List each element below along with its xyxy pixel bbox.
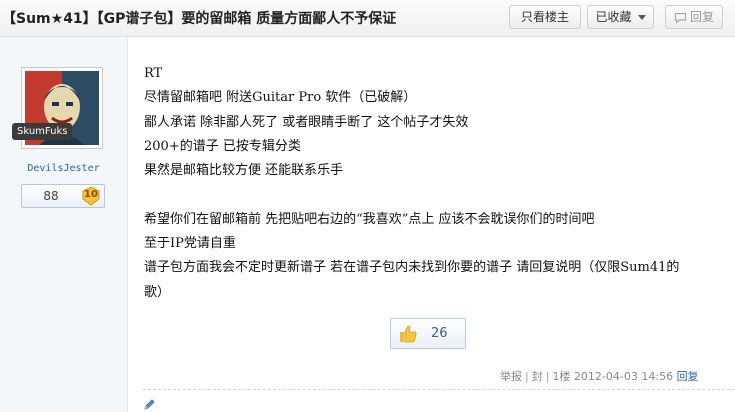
post-line: RT [144, 66, 163, 81]
like-count: 26 [431, 326, 448, 341]
post-line: 歌） [144, 284, 171, 300]
reply-button[interactable]: 回复 [665, 5, 723, 29]
level-badge[interactable]: 10 [81, 186, 101, 206]
author-name-tag: SkumFuks [12, 123, 73, 140]
only-author-label: 只看楼主 [520, 10, 569, 24]
post-line: 鄙人承诺 除非鄙人死了 或者眼睛手断了 这个帖子才失效 [144, 114, 469, 130]
author-posts-count: 88 [43, 189, 59, 203]
post-divider [143, 389, 735, 390]
footer-separator: | [545, 370, 550, 383]
floor-number: 1楼 [552, 370, 571, 383]
post-line: 至于IP党请自重 [144, 236, 236, 252]
level-number: 10 [84, 189, 98, 200]
post-line: 200+的谱子 已按专辑分类 [144, 138, 301, 154]
author-username[interactable]: DevilsJester [0, 163, 127, 174]
footer-separator: | [525, 370, 529, 383]
post-blank-line [144, 183, 724, 207]
favorited-label: 已收藏 [595, 10, 632, 24]
block-link[interactable]: 封 [532, 370, 543, 383]
reply-label: 回复 [689, 10, 714, 24]
thread-header: 【Sum★41】【GP谱子包】要的留邮箱 质量方面鄙人不予保证 只看楼主 已收藏… [0, 0, 735, 37]
like-button[interactable]: 26 [390, 318, 466, 349]
author-stats: 88 10 [21, 184, 105, 208]
post-line: 谱子包方面我会不定时更新谱子 若在谱子包内未找到你要的谱子 请回复说明（仅限Su… [144, 260, 680, 276]
post-line: 希望你们在留邮箱前 先把贴吧右边的“我喜欢”点上 应该不会耽误你们的时间吧 [144, 211, 595, 227]
post-line: 尽情留邮箱吧 附送Guitar Pro 软件（已破解） [144, 90, 417, 106]
comment-icon [674, 12, 687, 24]
only-author-button[interactable]: 只看楼主 [509, 5, 581, 29]
post-timestamp: 2012-04-03 14:56 [573, 370, 674, 383]
caret-down-icon [637, 15, 646, 20]
thumbs-up-icon [400, 325, 417, 343]
reply-link[interactable]: 回复 [677, 370, 699, 383]
author-sidebar: SkumFuks DevilsJester 88 10 [0, 37, 128, 412]
post-line: 果然是邮箱比较方便 还能联系乐手 [144, 163, 344, 179]
post-content: RT 尽情留邮箱吧 附送Guitar Pro 软件（已破解） 鄙人承诺 除非鄙人… [144, 62, 724, 305]
thread-title: 【Sum★41】【GP谱子包】要的留邮箱 质量方面鄙人不予保证 [2, 11, 397, 27]
post-footer: 举报 | 封 | 1楼 2012-04-03 14:56 回复 [500, 368, 699, 384]
pen-icon[interactable] [143, 399, 155, 411]
favorited-button[interactable]: 已收藏 [587, 5, 654, 29]
report-link[interactable]: 举报 [500, 370, 522, 383]
